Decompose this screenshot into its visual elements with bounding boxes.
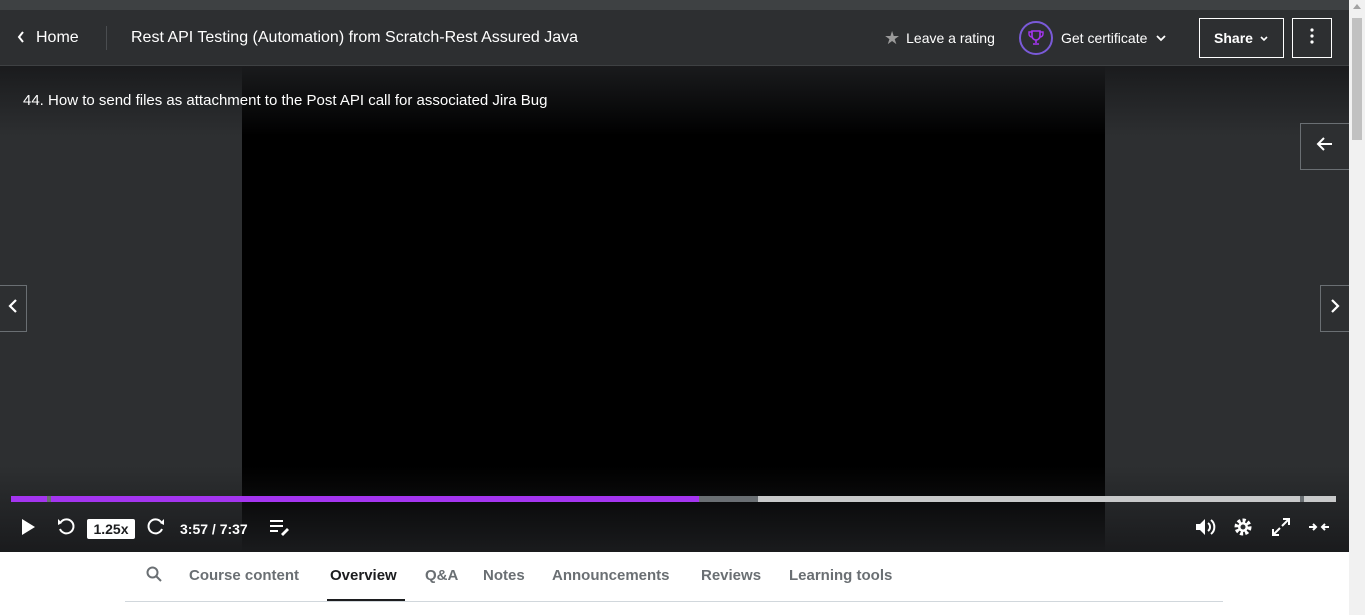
share-label: Share <box>1214 30 1253 46</box>
chevron-left-icon <box>8 298 18 319</box>
tab-overview[interactable]: Overview <box>330 567 397 584</box>
search-tab-button[interactable] <box>145 565 165 585</box>
arrow-left-icon <box>1316 136 1334 157</box>
tab-learning-tools[interactable]: Learning tools <box>789 567 892 584</box>
rewind-button[interactable] <box>53 511 79 547</box>
play-button[interactable] <box>14 511 42 547</box>
next-lecture-button[interactable] <box>1320 285 1349 332</box>
playback-speed-button[interactable]: 1.25x <box>87 511 135 547</box>
previous-lecture-button[interactable] <box>0 285 27 332</box>
progress-marker <box>47 496 51 502</box>
chevron-down-icon <box>1259 30 1269 46</box>
transcript-icon <box>268 518 290 541</box>
home-link[interactable]: Home <box>16 10 79 66</box>
theater-mode-button[interactable] <box>1306 511 1332 547</box>
browser-top-strip <box>0 0 1349 10</box>
fullscreen-icon <box>1271 517 1291 542</box>
time-label: 3:57 / 7:37 <box>180 521 248 537</box>
star-icon: ★ <box>884 27 901 48</box>
trophy-icon <box>1019 21 1053 55</box>
tab-reviews[interactable]: Reviews <box>701 567 761 584</box>
tab-bar: Course content Overview Q&A Notes Announ… <box>125 552 1223 602</box>
leave-rating-button[interactable]: ★ Leave a rating <box>884 10 995 66</box>
lecture-title: 44. How to send files as attachment to t… <box>23 92 548 109</box>
kebab-menu-icon <box>1310 27 1314 49</box>
forward-button[interactable] <box>143 511 169 547</box>
chevron-left-icon <box>16 30 26 47</box>
progress-bar[interactable] <box>11 496 1336 502</box>
player-controls: 1.25x 3:57 / 7:37 <box>0 511 1349 547</box>
scroll-up-arrow-icon[interactable] <box>1353 4 1361 9</box>
get-certificate-button[interactable]: Get certificate <box>1019 10 1167 66</box>
settings-button[interactable] <box>1230 511 1256 547</box>
theater-mode-icon <box>1308 519 1330 540</box>
tab-qa[interactable]: Q&A <box>425 567 458 584</box>
scrollbar-thumb[interactable] <box>1352 18 1362 140</box>
tab-announcements[interactable]: Announcements <box>552 567 670 584</box>
tab-notes[interactable]: Notes <box>483 567 525 584</box>
transcript-button[interactable] <box>266 511 292 547</box>
progress-played <box>11 496 699 502</box>
fullscreen-button[interactable] <box>1268 511 1294 547</box>
forward-icon <box>146 517 166 542</box>
home-label: Home <box>36 29 79 46</box>
course-title: Rest API Testing (Automation) from Scrat… <box>131 29 578 46</box>
settings-icon <box>1232 516 1254 543</box>
more-options-button[interactable] <box>1292 18 1332 58</box>
course-header: Home Rest API Testing (Automation) from … <box>0 10 1349 66</box>
speed-label: 1.25x <box>87 519 135 539</box>
play-icon <box>20 518 36 541</box>
time-display: 3:57 / 7:37 <box>180 511 248 547</box>
expand-sidebar-button[interactable] <box>1300 123 1349 170</box>
tab-course-content[interactable]: Course content <box>189 567 299 584</box>
progress-marker <box>1300 496 1304 502</box>
chevron-right-icon <box>1330 298 1340 319</box>
volume-icon <box>1194 517 1216 542</box>
header-divider <box>106 26 107 50</box>
certificate-label: Get certificate <box>1061 30 1148 46</box>
chevron-down-icon <box>1155 30 1167 46</box>
volume-button[interactable] <box>1192 511 1218 547</box>
search-icon <box>145 566 163 587</box>
share-button[interactable]: Share <box>1199 18 1284 58</box>
rating-label: Leave a rating <box>906 30 995 46</box>
course-tabs: Course content Overview Q&A Notes Announ… <box>0 552 1349 615</box>
page-scrollbar[interactable] <box>1349 0 1365 615</box>
video-player[interactable]: 44. How to send files as attachment to t… <box>0 66 1349 552</box>
active-tab-indicator <box>327 599 405 601</box>
rewind-icon <box>56 517 76 542</box>
